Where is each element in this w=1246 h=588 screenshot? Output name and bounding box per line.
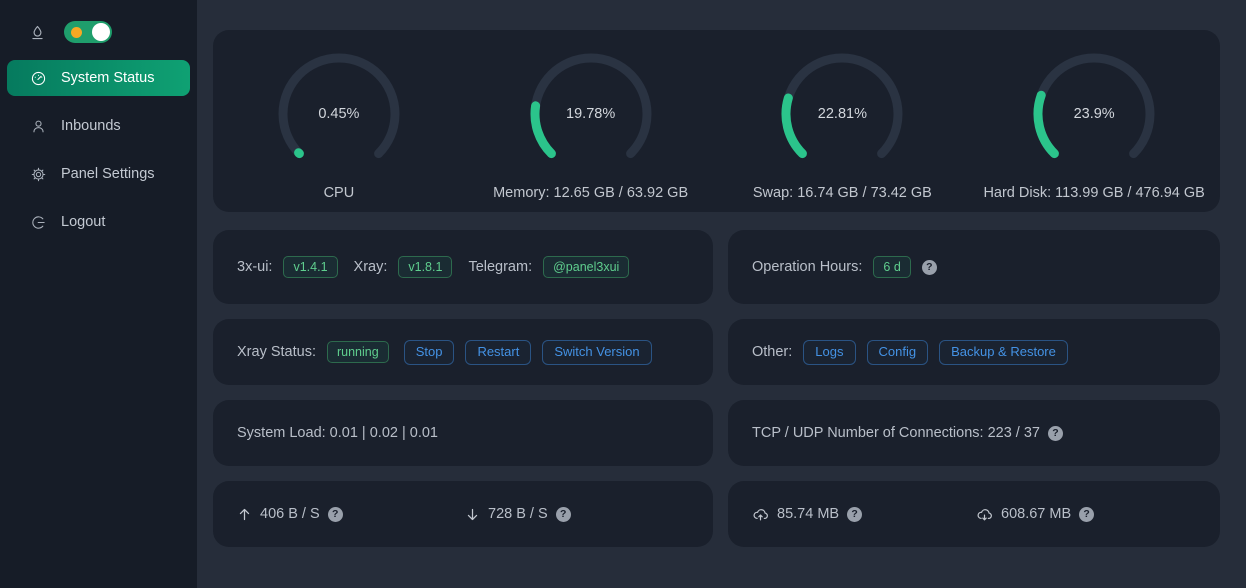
sent-traffic: 85.74 MB ?	[752, 506, 976, 523]
xray-status-card: Xray Status: running Stop Restart Switch…	[213, 319, 713, 385]
upload-speed-value: 406 B / S	[260, 506, 320, 522]
bg-colors-icon	[29, 24, 46, 41]
sidebar-item-inbounds[interactable]: Inbounds	[7, 108, 190, 144]
cpu-label: CPU	[324, 185, 355, 201]
memory-percent: 19.78%	[529, 52, 653, 176]
dashboard-icon	[30, 70, 47, 87]
swap-gauge: 22.81% Swap: 16.74 GB / 73.42 GB	[717, 30, 969, 212]
sidebar-item-label: System Status	[61, 70, 154, 86]
switch-version-button[interactable]: Switch Version	[542, 340, 651, 365]
arrow-up-icon	[237, 507, 252, 522]
hard-disk-percent: 23.9%	[1032, 52, 1156, 176]
theme-toggle-switch[interactable]	[64, 21, 112, 43]
sidebar: System Status Inbounds Panel Settings	[0, 0, 197, 588]
resource-gauges-card: 0.45% CPU 19.78% Memory: 12.65 GB / 63.9…	[213, 30, 1220, 212]
sidebar-item-label: Logout	[61, 214, 105, 230]
sidebar-item-label: Inbounds	[61, 118, 121, 134]
cloud-download-icon	[976, 506, 993, 523]
xray-version-label: Xray:	[354, 259, 388, 275]
network-speed-card: 406 B / S ? 728 B / S ?	[213, 481, 713, 547]
memory-label: Memory: 12.65 GB / 63.92 GB	[493, 185, 688, 201]
memory-gauge: 19.78% Memory: 12.65 GB / 63.92 GB	[465, 30, 717, 212]
question-circle-icon[interactable]: ?	[556, 507, 571, 522]
xui-version-label: 3x-ui:	[237, 259, 272, 275]
sun-icon	[71, 27, 82, 38]
download-speed: 728 B / S ?	[465, 506, 693, 522]
traffic-card: 85.74 MB ? 608.67 MB ?	[728, 481, 1220, 547]
connections-card: TCP / UDP Number of Connections: 223 / 3…	[728, 400, 1220, 466]
sidebar-item-label: Panel Settings	[61, 166, 155, 182]
config-button[interactable]: Config	[867, 340, 929, 365]
operation-hours-label: Operation Hours:	[752, 259, 862, 275]
xray-running-tag: running	[327, 341, 389, 363]
gear-icon	[30, 166, 47, 183]
cloud-upload-icon	[752, 506, 769, 523]
stop-button[interactable]: Stop	[404, 340, 455, 365]
hard-disk-label: Hard Disk: 113.99 GB / 476.94 GB	[983, 185, 1204, 201]
swap-label: Swap: 16.74 GB / 73.42 GB	[753, 185, 932, 201]
swap-percent: 22.81%	[780, 52, 904, 176]
sidebar-item-panel-settings[interactable]: Panel Settings	[7, 156, 190, 192]
xray-version-tag: v1.8.1	[398, 256, 452, 278]
connections-text: TCP / UDP Number of Connections: 223 / 3…	[752, 425, 1040, 441]
main-content: 0.45% CPU 19.78% Memory: 12.65 GB / 63.9…	[197, 0, 1246, 588]
telegram-link-tag[interactable]: @panel3xui	[543, 256, 629, 278]
cpu-percent: 0.45%	[277, 52, 401, 176]
telegram-label: Telegram:	[468, 259, 532, 275]
question-circle-icon[interactable]: ?	[922, 260, 937, 275]
received-traffic-value: 608.67 MB	[1001, 506, 1071, 522]
system-load-text: System Load: 0.01 | 0.02 | 0.01	[237, 425, 438, 441]
sent-traffic-value: 85.74 MB	[777, 506, 839, 522]
system-load-card: System Load: 0.01 | 0.02 | 0.01	[213, 400, 713, 466]
question-circle-icon[interactable]: ?	[328, 507, 343, 522]
operation-hours-tag: 6 d	[873, 256, 910, 278]
question-circle-icon[interactable]: ?	[1048, 426, 1063, 441]
arrow-down-icon	[465, 507, 480, 522]
question-circle-icon[interactable]: ?	[1079, 507, 1094, 522]
sidebar-header	[0, 16, 197, 48]
logs-button[interactable]: Logs	[803, 340, 855, 365]
received-traffic: 608.67 MB ?	[976, 506, 1200, 523]
other-actions-card: Other: Logs Config Backup & Restore	[728, 319, 1220, 385]
sidebar-item-logout[interactable]: Logout	[7, 204, 190, 240]
toggle-knob	[92, 23, 110, 41]
hard-disk-gauge: 23.9% Hard Disk: 113.99 GB / 476.94 GB	[968, 30, 1220, 212]
upload-speed: 406 B / S ?	[237, 506, 465, 522]
backup-restore-button[interactable]: Backup & Restore	[939, 340, 1068, 365]
question-circle-icon[interactable]: ?	[847, 507, 862, 522]
versions-card: 3x-ui: v1.4.1 Xray: v1.8.1 Telegram: @pa…	[213, 230, 713, 304]
other-label: Other:	[752, 344, 792, 360]
download-speed-value: 728 B / S	[488, 506, 548, 522]
xui-version-tag: v1.4.1	[283, 256, 337, 278]
restart-button[interactable]: Restart	[465, 340, 531, 365]
logout-icon	[30, 214, 47, 231]
operation-hours-card: Operation Hours: 6 d ?	[728, 230, 1220, 304]
sidebar-item-system-status[interactable]: System Status	[7, 60, 190, 96]
user-icon	[30, 118, 47, 135]
xray-status-label: Xray Status:	[237, 344, 316, 360]
cpu-gauge: 0.45% CPU	[213, 30, 465, 212]
